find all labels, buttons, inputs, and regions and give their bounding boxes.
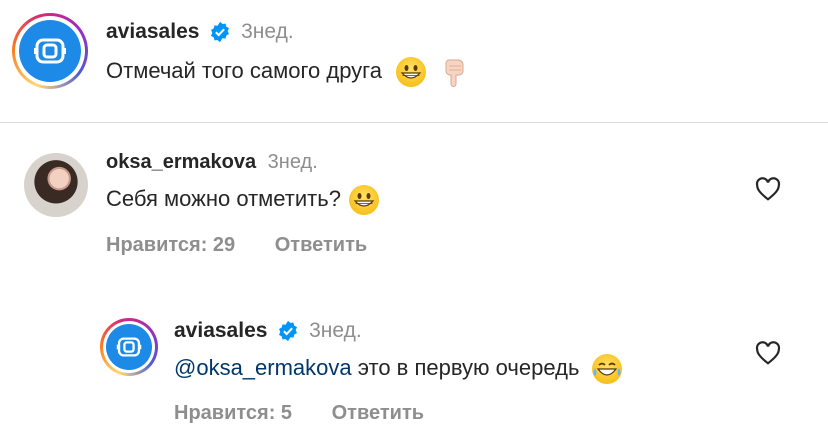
timestamp: 3нед. [241,20,294,43]
pointing-down-hand-icon [445,59,464,87]
like-heart-icon[interactable] [755,341,781,365]
likes-count[interactable]: Нравится: 5 [174,402,292,424]
comment-body: Отмечай того самого друга [106,57,468,87]
avatar-aviasales[interactable] [100,318,158,376]
like-heart-icon[interactable] [755,177,781,201]
grinning-face-icon [349,185,380,215]
comment-text: Себя можно отметить? [106,185,341,211]
comment-body: @oksa_ermakova это в первую очередь [174,354,622,384]
avatar-oksa-ermakova[interactable] [24,153,88,217]
divider [0,122,828,123]
username[interactable]: aviasales [174,319,267,342]
comment-actions: Нравится: 29 Ответить [106,234,401,257]
verified-badge-icon [279,321,298,342]
username[interactable]: aviasales [106,20,199,43]
comment-text: Отмечай того самого друга [106,57,382,83]
likes-count[interactable]: Нравится: 29 [106,234,235,256]
comment-text: это в первую очередь [351,354,580,380]
aviasales-logo-icon [116,337,142,357]
comment-body: Себя можно отметить? [106,185,380,215]
aviasales-logo-icon [34,38,66,64]
timestamp: 3нед. [309,319,362,342]
comment-header: aviasales 3нед. [174,319,362,343]
avatar-aviasales[interactable] [12,13,88,89]
username[interactable]: oksa_ermakova [106,151,256,173]
comment-actions: Нравится: 5 Ответить [174,402,458,425]
comment-header: oksa_ermakova 3нед. [106,151,318,174]
reply-button[interactable]: Ответить [332,402,424,424]
verified-badge-icon [211,22,230,43]
timestamp: 3нед. [267,151,318,173]
mention-link[interactable]: @oksa_ermakova [174,355,352,380]
comment-header: aviasales 3нед. [106,20,294,44]
grinning-face-icon [396,57,427,87]
reply-button[interactable]: Ответить [275,234,367,256]
tears-of-joy-icon [591,354,622,384]
